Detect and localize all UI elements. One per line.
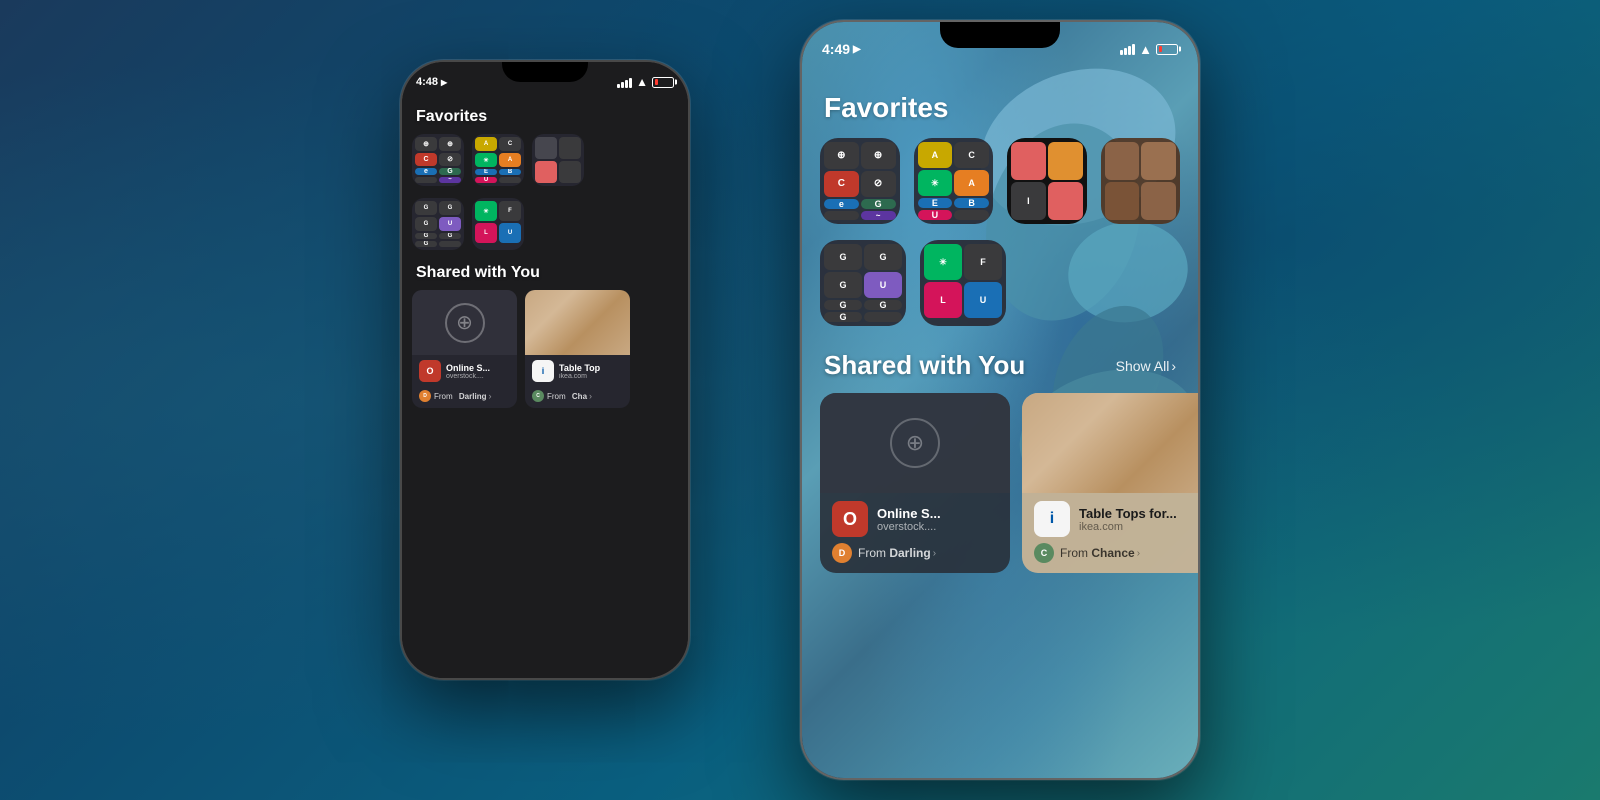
front-app-row-1: ⊕ ⊕ C ⊘ e G ~ A C ✳ A (802, 138, 1198, 224)
back-card-2[interactable]: i Table Top ikea.com C From (525, 290, 630, 408)
front-time: 4:49 ▶ (822, 41, 861, 57)
back-folder-3[interactable] (532, 134, 584, 186)
compass-icon: ⊕ (445, 303, 485, 343)
phone-back-screen: 4:48 ▶ ▲ (402, 62, 688, 678)
chevron-right-icon-2: › (589, 391, 592, 401)
front-battery-icon (1156, 44, 1178, 55)
front-folder-1[interactable]: ⊕ ⊕ C ⊘ e G ~ (820, 138, 900, 224)
back-card-1[interactable]: ⊕ O Online S... overstock.... (412, 290, 517, 408)
front-card-2-icon: i (1034, 501, 1070, 537)
back-favorites-title: Favorites (402, 96, 688, 134)
back-card-2-icon: i (532, 360, 554, 382)
back-app-grid: ⊕ ⊕ C ⊘ e G ~ A C ✳ (402, 134, 688, 250)
back-card-2-from: C From Cha › (525, 388, 630, 408)
show-all-button[interactable]: Show All › (1116, 358, 1176, 374)
chevron-darling-icon: › (933, 548, 936, 559)
front-shared-section: Shared with You Show All › ⊕ (802, 350, 1198, 573)
back-card-2-domain: ikea.com (559, 373, 623, 380)
front-folder-2[interactable]: A C ✳ A E B U (914, 138, 994, 224)
back-card-2-image (525, 290, 630, 355)
back-card-1-image: ⊕ (412, 290, 517, 355)
front-folder-6[interactable]: ✳ F L U (920, 240, 1006, 326)
back-card-1-info: O Online S... overstock.... (412, 355, 517, 388)
back-card-1-from: D From Darling › (412, 388, 517, 408)
back-folder-5[interactable]: ✳ F L U (472, 198, 524, 250)
front-shared-title: Shared with You (824, 350, 1025, 381)
front-card-1-from-name: Darling (889, 546, 930, 560)
location-icon: ▶ (441, 78, 447, 87)
front-card-1-image: ⊕ (820, 393, 1010, 493)
front-card-1-info: O Online S... overstock.... (820, 493, 1010, 541)
back-card-1-from-name: Darling (459, 392, 487, 401)
back-time: 4:48 ▶ (416, 76, 447, 88)
back-folder-2[interactable]: A C ✳ A E B U (472, 134, 524, 186)
front-card-2[interactable]: i Table Tops for... ikea.com C F (1022, 393, 1198, 573)
wifi-signal-icon: ▲ (1139, 42, 1152, 57)
chevron-right-icon: › (488, 391, 491, 401)
front-card-1-icon: O (832, 501, 868, 537)
back-app-row-1: ⊕ ⊕ C ⊘ e G ~ A C ✳ (412, 134, 678, 186)
front-app-row-2: G G G U G G G ✳ F L U (802, 240, 1198, 326)
front-card-2-info: i Table Tops for... ikea.com (1022, 493, 1198, 541)
front-card-2-from-name: Chance (1091, 546, 1134, 560)
back-folder-1[interactable]: ⊕ ⊕ C ⊘ e G ~ (412, 134, 464, 186)
back-card-2-name: Table Top (559, 363, 623, 373)
front-shared-cards: ⊕ O Online S... overstock.... (802, 393, 1198, 573)
front-favorites-title: Favorites (802, 72, 1198, 138)
front-card-1-from: D From Darling › (820, 541, 1010, 573)
front-card-1-domain: overstock.... (877, 521, 941, 533)
front-card-1-avatar: D (832, 543, 852, 563)
front-card-1[interactable]: ⊕ O Online S... overstock.... (820, 393, 1010, 573)
front-card-2-domain: ikea.com (1079, 521, 1177, 533)
back-shared-header: Shared with You (402, 264, 688, 290)
back-status-icons: ▲ (617, 75, 674, 89)
back-shared-cards: ⊕ O Online S... overstock.... (402, 290, 688, 408)
back-card-2-from-name: Cha (572, 392, 587, 401)
front-folder-3[interactable]: I (1007, 138, 1087, 224)
front-card-2-image (1022, 393, 1198, 493)
front-status-icons: ▲ (1120, 42, 1178, 57)
phone-front-screen: 4:49 ▶ ▲ (802, 22, 1198, 778)
signal-icon (617, 76, 632, 88)
back-card-1-name: Online S... (446, 363, 510, 373)
back-card-2-info: i Table Top ikea.com (525, 355, 630, 388)
back-phone-content: Favorites ⊕ ⊕ C ⊘ e G ~ (402, 96, 688, 678)
phone-back: 4:48 ▶ ▲ (400, 60, 690, 680)
signal-bars-icon (1120, 43, 1135, 55)
phones-container: 4:48 ▶ ▲ (350, 20, 1250, 780)
phone-front: 4:49 ▶ ▲ (800, 20, 1200, 780)
front-card-2-name: Table Tops for... (1079, 506, 1177, 521)
back-shared-title: Shared with You (416, 264, 540, 282)
back-shared-section: Shared with You ⊕ O (402, 264, 688, 408)
back-folder-4[interactable]: G G G U G G G (412, 198, 464, 250)
front-card-1-name: Online S... (877, 506, 941, 521)
chevron-chance-icon: › (1137, 548, 1140, 559)
front-folder-5[interactable]: G G G U G G G (820, 240, 906, 326)
back-phone-notch (502, 62, 588, 82)
wifi-icon: ▲ (636, 75, 648, 89)
back-card-1-domain: overstock.... (446, 373, 510, 380)
front-folder-4[interactable] (1101, 138, 1181, 224)
front-card-2-avatar: C (1034, 543, 1054, 563)
back-card-2-avatar: C (532, 390, 544, 402)
back-card-1-icon: O (419, 360, 441, 382)
back-app-row-2: G G G U G G G ✳ F L (412, 198, 678, 250)
front-phone-notch (940, 22, 1060, 48)
location-arrow-icon: ▶ (853, 44, 861, 55)
battery-icon (652, 77, 674, 88)
front-phone-content: Favorites ⊕ ⊕ C ⊘ e G ~ (802, 72, 1198, 778)
back-card-1-avatar: D (419, 390, 431, 402)
front-shared-header: Shared with You Show All › (802, 350, 1198, 393)
front-card-2-from: C From Chance › (1022, 541, 1198, 573)
compass-icon-front: ⊕ (890, 418, 940, 468)
chevron-right-icon: › (1171, 358, 1176, 374)
